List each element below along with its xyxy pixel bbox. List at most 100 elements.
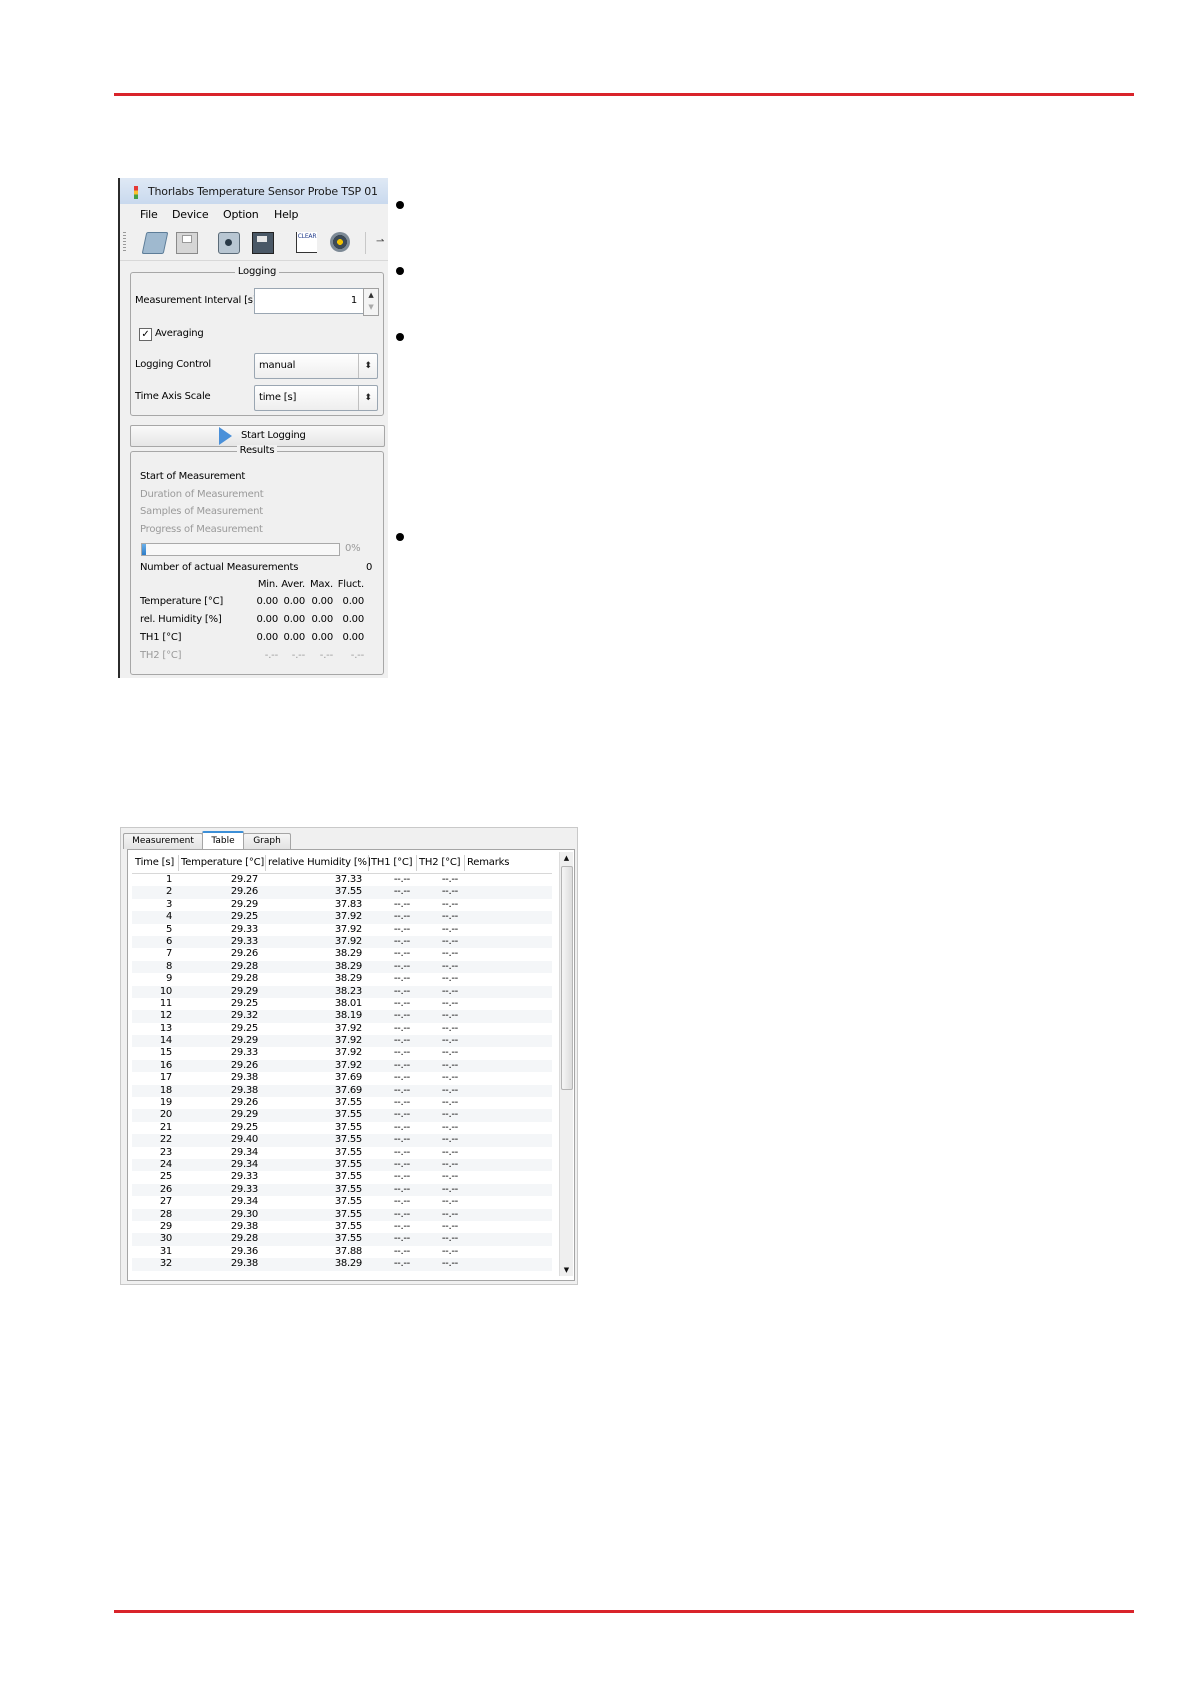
progress-of-measurement: Progress of Measurement [140,524,263,535]
table-row[interactable]: 28 29.30 37.55 --.-- --.-- [132,1208,552,1221]
col-header-humidity[interactable]: relative Humidity [%] [268,857,371,868]
col-header-time[interactable]: Time [s] [135,857,174,868]
stat-min: 0.00 [256,614,279,625]
table-row[interactable]: 30 29.28 37.55 --.-- --.-- [132,1233,552,1246]
cell-humidity: 37.92 [334,1022,362,1034]
menu-option[interactable]: Option [223,208,259,221]
table-row[interactable]: 11 29.25 38.01 --.-- --.-- [132,998,552,1010]
tab-measurement[interactable]: Measurement [123,833,203,849]
table-row[interactable]: 21 29.25 37.55 --.-- --.-- [132,1122,552,1134]
table-row[interactable]: 6 29.33 37.92 --.-- --.-- [132,935,552,949]
table-row[interactable]: 14 29.29 37.92 --.-- --.-- [132,1035,552,1048]
toolbar-overflow-icon[interactable]: ⇀ [376,236,384,247]
col-header-temperature[interactable]: Temperature [°C] [181,857,264,868]
scroll-down-icon[interactable]: ▼ [560,1264,573,1276]
cell-time: 32 [159,1258,172,1270]
cell-th2: --.-- [441,948,458,960]
save-icon[interactable] [176,232,198,254]
cell-humidity: 37.92 [334,1059,362,1071]
stat-header-min: Min. [257,579,278,590]
cell-th1: --.-- [393,948,410,960]
clear-graph-icon[interactable]: CLEAR [296,232,317,253]
open-picture-icon[interactable] [218,232,240,254]
table-row[interactable]: 26 29.33 37.55 --.-- --.-- [132,1183,552,1197]
tab-graph[interactable]: Graph [243,833,291,849]
table-row[interactable]: 27 29.34 37.55 --.-- --.-- [132,1196,552,1208]
table-row[interactable]: 12 29.32 38.19 --.-- --.-- [132,1010,552,1023]
table-row[interactable]: 18 29.38 37.69 --.-- --.-- [132,1084,552,1098]
col-header-th2[interactable]: TH2 [°C] [419,857,461,868]
settings-gear-icon[interactable] [330,232,350,252]
start-logging-button[interactable]: Start Logging [130,425,385,447]
cell-th2: --.-- [441,923,458,935]
col-header-th1[interactable]: TH1 [°C] [371,857,413,868]
cell-th2: --.-- [441,1220,458,1232]
logging-group-title: Logging [234,266,280,277]
cell-th2: --.-- [441,886,458,898]
tab-table[interactable]: Table [202,831,244,850]
table-row[interactable]: 7 29.26 38.29 --.-- --.-- [132,948,552,960]
spin-up-icon[interactable]: ▲ [364,289,378,301]
table-row[interactable]: 25 29.33 37.55 --.-- --.-- [132,1171,552,1183]
measurement-interval-label: Measurement Interval [s] [135,295,257,306]
averaging-checkbox[interactable]: ✓ [139,328,152,341]
table-row[interactable]: 17 29.38 37.69 --.-- --.-- [132,1072,552,1084]
table-row[interactable]: 23 29.34 37.55 --.-- --.-- [132,1147,552,1159]
table-row[interactable]: 10 29.29 38.23 --.-- --.-- [132,985,552,998]
table-row[interactable]: 22 29.40 37.55 --.-- --.-- [132,1134,552,1147]
menu-device[interactable]: Device [172,208,209,221]
stat-max: 0.00 [311,596,334,607]
table-row[interactable]: 16 29.26 37.92 --.-- --.-- [132,1059,552,1073]
table-row[interactable]: 5 29.33 37.92 --.-- --.-- [132,924,552,936]
menu-file[interactable]: File [140,208,158,221]
cell-th2: --.-- [441,1047,458,1059]
cell-temperature: 29.34 [230,1196,258,1208]
time-axis-select[interactable]: time [s] ⬍ [254,385,378,411]
vertical-scrollbar[interactable]: ▲ ▼ [559,852,573,1276]
table-row[interactable]: 29 29.38 37.55 --.-- --.-- [132,1221,552,1233]
scroll-thumb[interactable] [561,866,573,1090]
toolbar-grip[interactable] [123,232,126,252]
open-folder-icon[interactable] [141,232,169,254]
measurement-interval-input[interactable]: 1 [254,288,364,314]
table-row[interactable]: 2 29.26 37.55 --.-- --.-- [132,886,552,899]
table-row[interactable]: 4 29.25 37.92 --.-- --.-- [132,911,552,924]
cell-humidity: 37.55 [334,1146,362,1158]
cell-th2: --.-- [441,997,458,1009]
menu-help[interactable]: Help [274,208,298,221]
interval-spinner[interactable]: ▲ ▼ [363,288,379,316]
stat-aver: 0.00 [283,632,306,643]
stat-fluct: 0.00 [342,632,365,643]
samples-of-measurement: Samples of Measurement [140,506,263,517]
table-row[interactable]: 1 29.27 37.33 --.-- --.-- [132,874,552,886]
cell-th1: --.-- [393,1208,410,1220]
table-row[interactable]: 15 29.33 37.92 --.-- --.-- [132,1047,552,1059]
save-data-icon[interactable] [252,232,274,254]
table-row[interactable]: 24 29.34 37.55 --.-- --.-- [132,1158,552,1172]
table-row[interactable]: 20 29.29 37.55 --.-- --.-- [132,1109,552,1122]
cell-th1: --.-- [393,1059,410,1071]
cell-th2: --.-- [441,1183,458,1195]
cell-humidity: 37.55 [334,1134,362,1146]
table-row[interactable]: 32 29.38 38.29 --.-- --.-- [132,1258,552,1271]
cell-th1: --.-- [393,1010,410,1022]
bullet-2 [396,267,404,275]
cell-time: 27 [159,1196,172,1208]
table-row[interactable]: 3 29.29 37.83 --.-- --.-- [132,899,552,911]
cell-temperature: 29.38 [230,1220,258,1232]
spin-down-icon[interactable]: ▼ [364,301,378,313]
scroll-up-icon[interactable]: ▲ [560,852,573,864]
table-row[interactable]: 8 29.28 38.29 --.-- --.-- [132,960,552,974]
cell-time: 15 [159,1047,172,1059]
cell-th2: --.-- [441,1158,458,1170]
logging-control-select[interactable]: manual ⬍ [254,353,378,379]
cell-time: 5 [165,923,172,935]
table-row[interactable]: 19 29.26 37.55 --.-- --.-- [132,1097,552,1109]
col-header-remarks[interactable]: Remarks [467,857,509,868]
stat-aver: 0.00 [283,614,306,625]
bullet-3 [396,333,404,341]
table-row[interactable]: 9 29.28 38.29 --.-- --.-- [132,973,552,985]
cell-humidity: 37.92 [334,911,362,923]
table-row[interactable]: 31 29.36 37.88 --.-- --.-- [132,1246,552,1258]
table-row[interactable]: 13 29.25 37.92 --.-- --.-- [132,1023,552,1035]
